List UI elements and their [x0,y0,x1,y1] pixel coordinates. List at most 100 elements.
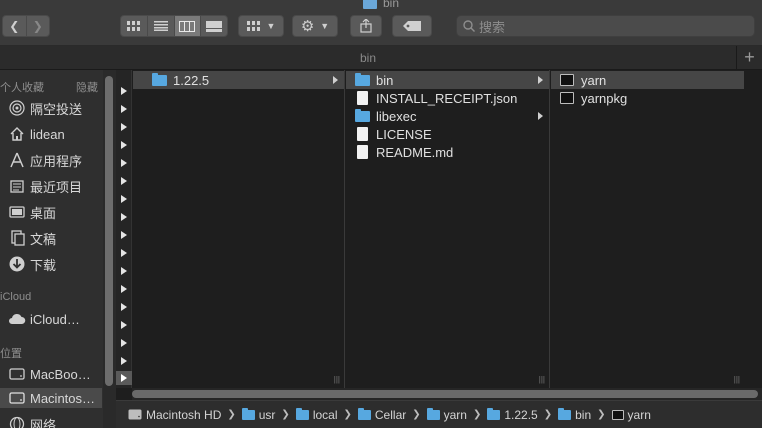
folder-icon [151,72,167,87]
new-tab-button[interactable]: + [736,46,762,70]
toolbar: bin ❮ ❯ ▼ ⚙ ▼ 搜索 [0,0,762,46]
sidebar-item-applications[interactable]: 应用程序 [8,150,82,170]
icloud-header: iCloud [0,291,32,303]
tab-bin[interactable]: bin [0,46,736,70]
search-field[interactable]: 搜索 [456,15,755,37]
column-bin: yarn yarnpkg ||| [551,70,762,388]
sidebar-item-airdrop[interactable]: 隔空投送 [8,98,82,118]
hide-favorites-button[interactable]: 隐藏 [76,79,98,95]
window-title: bin [0,0,762,10]
chevron-right-icon[interactable] [121,105,127,113]
breadcrumb-yarn-folder[interactable]: yarn [426,407,467,422]
chevron-left-icon: ❮ [9,19,20,33]
chevron-right-icon[interactable] [121,159,127,167]
group-button[interactable]: ▼ [238,15,284,37]
list-item-yarnpkg[interactable]: yarnpkg [551,89,762,107]
horizontal-scrollbar[interactable] [132,388,762,400]
chevron-right-icon[interactable] [121,303,127,311]
disk-icon [128,409,142,420]
chevron-right-icon[interactable] [121,213,127,221]
sidebar-item-recents[interactable]: 最近项目 [8,176,82,196]
applications-icon [8,151,26,169]
list-item-license[interactable]: LICENSE [346,125,549,143]
tag-button[interactable] [392,15,432,37]
action-button[interactable]: ⚙ ▼ [292,15,338,37]
column-view-button[interactable] [174,16,202,36]
breadcrumb-macintosh-hd[interactable]: Macintosh HD [128,408,221,422]
list-item-readme[interactable]: README.md [346,143,549,161]
breadcrumb-separator-icon: ❯ [281,409,290,420]
breadcrumb-local[interactable]: local [295,407,338,422]
chevron-right-icon[interactable] [121,231,127,239]
sidebar-item-network[interactable]: 网络 [8,414,56,428]
sidebar-item-documents[interactable]: 文稿 [8,228,56,248]
chevron-right-icon[interactable] [121,339,127,347]
list-item-install-receipt[interactable]: INSTALL_RECEIPT.json [346,89,549,107]
sidebar-item-icloud-drive[interactable]: iCloud… [8,309,80,329]
column-resize-handle[interactable]: ||| [734,375,740,384]
chevron-right-icon: ❯ [32,19,43,33]
sidebar-item-desktop[interactable]: 桌面 [8,202,56,222]
column-resize-handle[interactable]: ||| [539,375,545,384]
gear-icon: ⚙ [300,17,315,35]
chevron-right-icon[interactable] [121,195,127,203]
sidebar-item-macintosh-hd[interactable]: Macintos… [0,388,102,408]
chevron-right-icon[interactable] [121,321,127,329]
chevron-right-icon[interactable] [121,357,127,365]
documents-icon [8,229,26,247]
breadcrumb-yarn-exec[interactable]: yarn [611,408,651,422]
breadcrumb-separator-icon: ❯ [597,409,606,420]
grid-icon [246,21,260,31]
list-item-1-22-5[interactable]: 1.22.5 [133,71,344,89]
chevron-right-icon[interactable] [121,87,127,95]
favorites-header: 个人收藏 [0,82,44,94]
breadcrumb-separator-icon: ❯ [543,409,553,420]
terminal-icon [559,91,575,105]
sidebar: 个人收藏 隐藏 隔空投送 lidean 应用程序 最近项目 桌面 文稿 下载 i… [0,70,116,428]
network-icon [8,415,26,428]
back-forward-control: ❮ ❯ [2,15,50,37]
list-item-bin[interactable]: bin [346,71,549,89]
collapsed-columns-strip [116,70,132,388]
list-item-yarn[interactable]: yarn [551,71,744,89]
sidebar-scroll-thumb[interactable] [105,76,113,386]
chevron-right-icon[interactable] [121,141,127,149]
chevron-right-icon[interactable] [121,285,127,293]
folder-icon [362,0,377,9]
tag-icon [403,21,421,31]
chevron-right-icon[interactable] [121,267,127,275]
gallery-view-button[interactable] [201,16,227,36]
sidebar-scrollbar[interactable] [103,70,116,428]
chevron-right-icon[interactable] [121,123,127,131]
chevron-right-icon [538,112,543,120]
sidebar-item-macbook[interactable]: MacBoo… [8,364,91,384]
chevron-right-icon [538,76,543,84]
icon-view-button[interactable] [121,16,148,36]
horizontal-scroll-thumb[interactable] [132,390,758,398]
column-version: 1.22.5 ||| [133,70,345,388]
chevron-right-icon[interactable] [116,371,132,385]
search-placeholder: 搜索 [479,19,506,35]
breadcrumb-usr[interactable]: usr [241,407,275,422]
breadcrumb-separator-icon: ❯ [472,409,482,420]
markdown-file-icon [354,145,370,159]
back-button[interactable]: ❮ [3,16,27,36]
breadcrumb-cellar[interactable]: Cellar [357,407,406,422]
forward-button[interactable]: ❯ [27,16,50,36]
disk-icon [8,389,26,407]
breadcrumb-bin[interactable]: bin [558,407,591,422]
folder-icon [487,407,501,420]
list-view-button[interactable] [148,16,175,36]
columns-icon [179,20,196,32]
chevron-right-icon[interactable] [121,177,127,185]
breadcrumb-version[interactable]: 1.22.5 [487,407,538,422]
sidebar-item-downloads[interactable]: 下载 [8,254,56,274]
terminal-icon [611,409,624,420]
sidebar-item-home[interactable]: lidean [8,124,65,144]
column-resize-handle[interactable]: ||| [334,375,340,384]
list-item-libexec[interactable]: libexec [346,107,549,125]
chevron-right-icon[interactable] [121,249,127,257]
gallery-icon [206,20,223,32]
locations-header: 位置 [0,348,22,360]
share-button[interactable] [350,15,382,37]
